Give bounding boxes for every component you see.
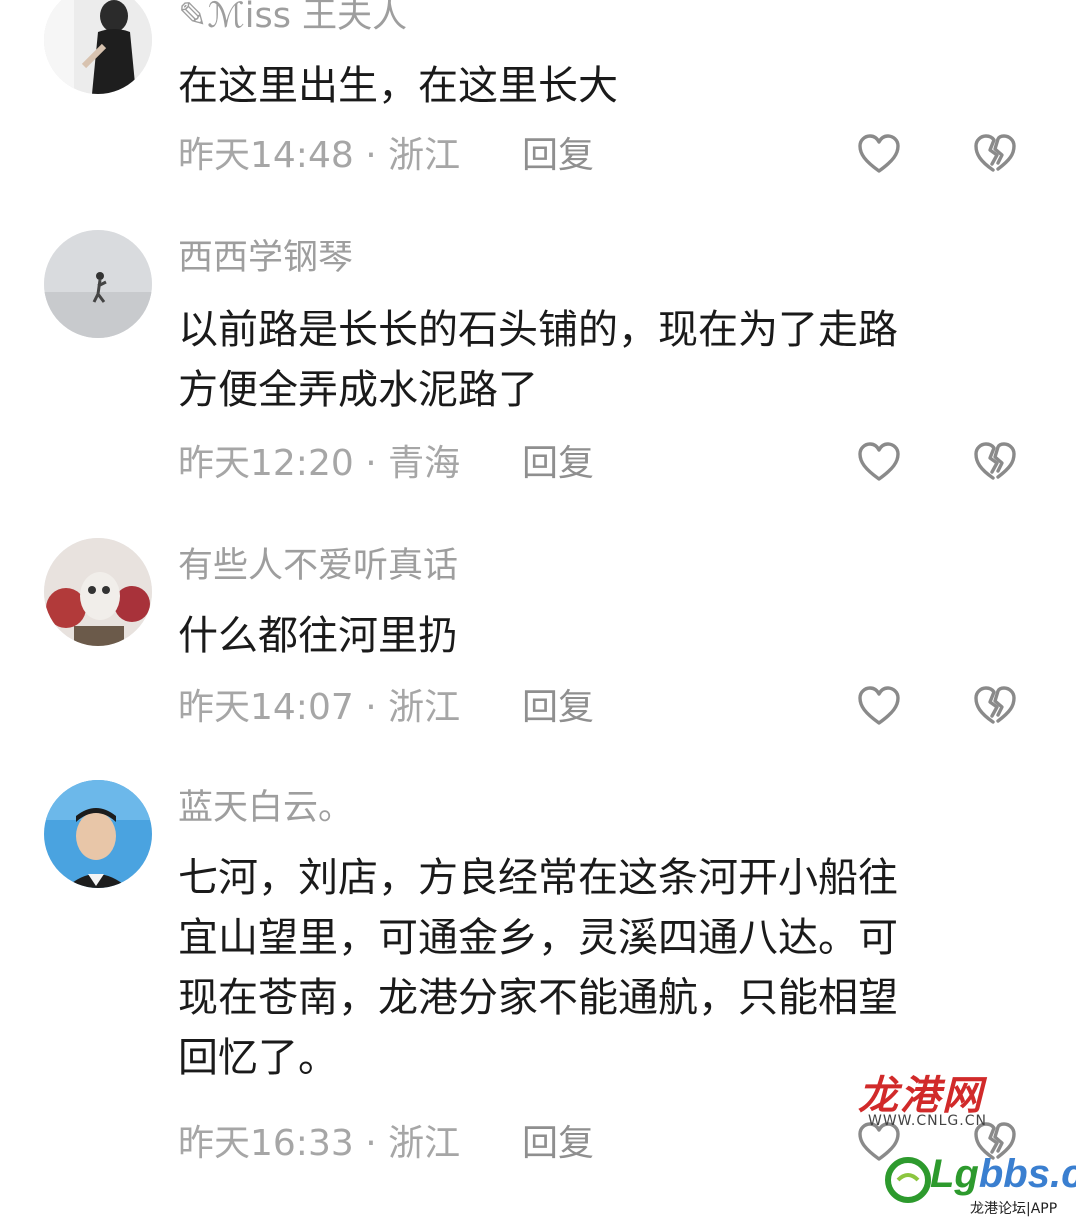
comment-text: 在这里出生，在这里长大: [178, 63, 618, 109]
username[interactable]: 西西学钢琴: [178, 236, 353, 280]
watermark-logo: Lgbbs.cn 龙港论坛|APP: [884, 1150, 1076, 1220]
user-avatar[interactable]: [44, 0, 152, 94]
reply-button[interactable]: 回复: [522, 134, 594, 178]
watermark-brand-bbs: bbs.cn: [978, 1152, 1076, 1196]
watermark-brand-lg: Lg: [930, 1152, 979, 1196]
comment-meta: 昨天14:07 · 浙江: [178, 687, 461, 728]
user-avatar[interactable]: [44, 230, 152, 338]
username[interactable]: 有些人不爱听真话: [178, 544, 458, 588]
comment-text: 七河，刘店，方良经常在这条河开小船往 宜山望里，可通金乡，灵溪四通八达。可 现在…: [178, 855, 898, 1081]
heart-outline-icon[interactable]: [855, 130, 903, 178]
user-avatar[interactable]: [44, 780, 152, 888]
comment-text: 以前路是长长的石头铺的，现在为了走路 方便全弄成水泥路了: [178, 307, 898, 413]
reply-button[interactable]: 回复: [522, 442, 594, 486]
heart-outline-icon[interactable]: [855, 438, 903, 486]
watermark-sub: 龙港论坛|APP: [970, 1201, 1058, 1217]
lgbbs-logo-icon: [885, 1157, 931, 1203]
comment-text: 什么都往河里扔: [178, 613, 458, 659]
broken-heart-outline-icon[interactable]: [971, 438, 1019, 486]
reply-button[interactable]: 回复: [522, 1122, 594, 1166]
heart-outline-icon[interactable]: [855, 682, 903, 730]
reply-button[interactable]: 回复: [522, 686, 594, 730]
user-avatar[interactable]: [44, 538, 152, 646]
comment-meta: 昨天14:48 · 浙江: [178, 135, 461, 176]
comment-meta: 昨天12:20 · 青海: [178, 443, 461, 484]
watermark-brand: Lgbbs.cn: [930, 1152, 1076, 1197]
username[interactable]: ✎ℳiss 王夫人: [178, 0, 407, 38]
broken-heart-outline-icon[interactable]: [971, 130, 1019, 178]
broken-heart-outline-icon[interactable]: [971, 682, 1019, 730]
comment-meta: 昨天16:33 · 浙江: [178, 1123, 461, 1164]
username[interactable]: 蓝天白云。: [178, 786, 353, 830]
watermark-url: WWW.CNLG.CN: [868, 1113, 987, 1129]
